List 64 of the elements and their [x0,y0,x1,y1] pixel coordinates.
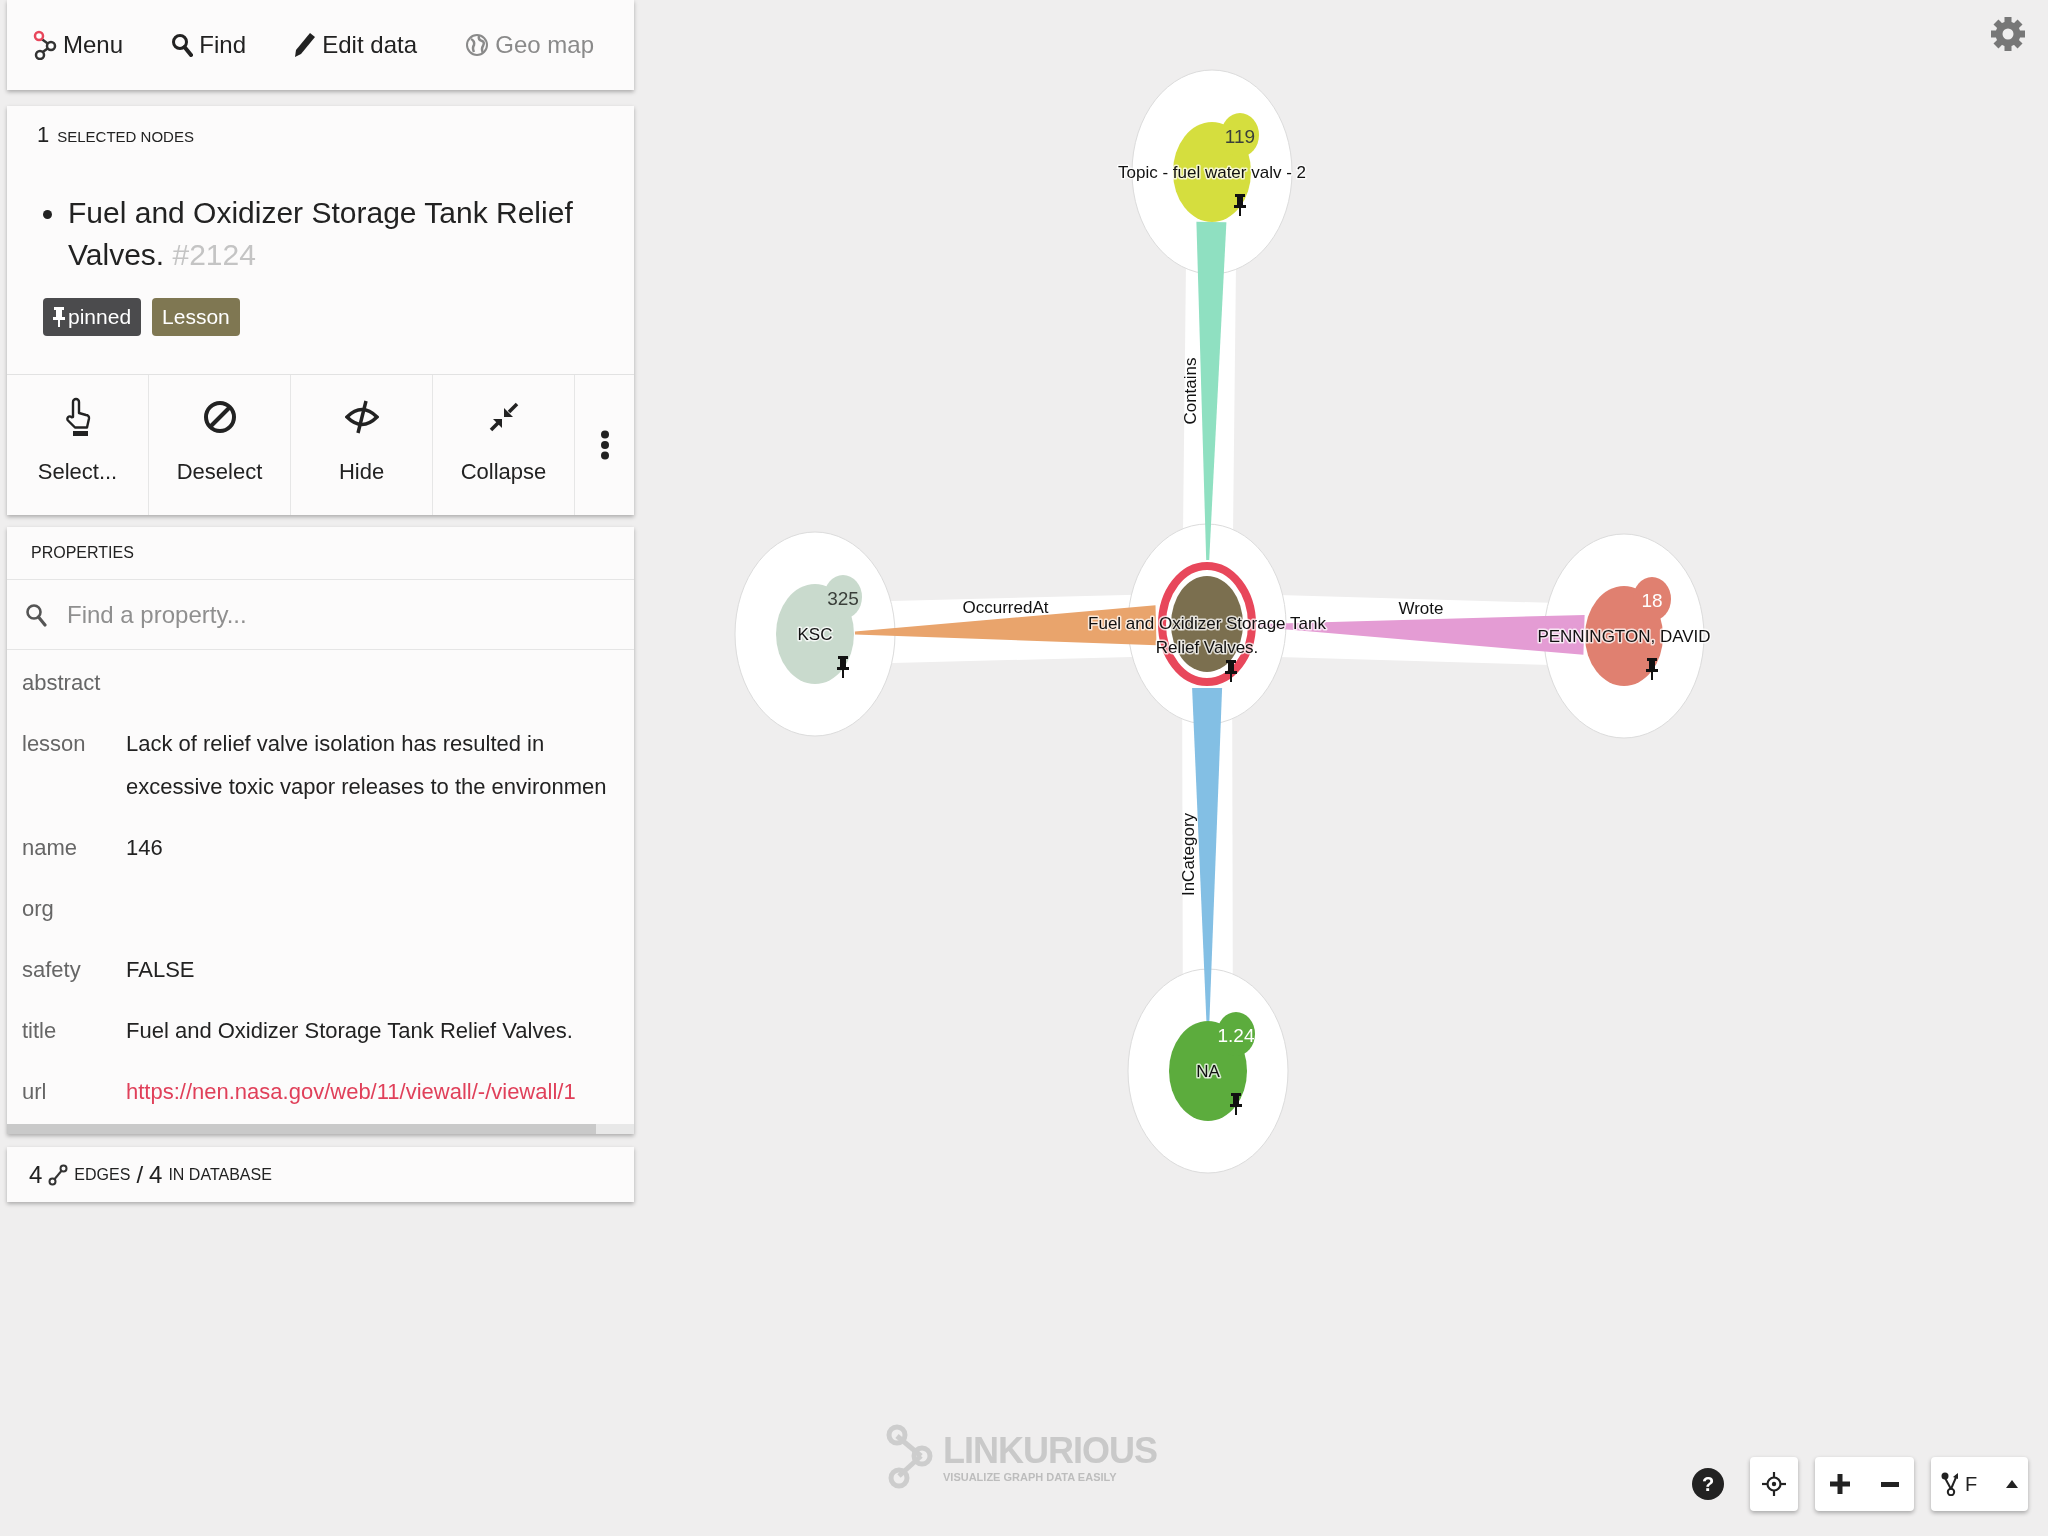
pin-icon [53,307,65,327]
minus-icon [1880,1481,1899,1487]
caret-up-icon [2006,1480,2018,1488]
edge-label: Wrote [1398,598,1444,618]
node-count: 119 [1224,125,1256,147]
properties-title: PROPERTIES [31,544,134,562]
horizontal-scrollbar[interactable] [7,1124,634,1134]
plus-icon [1830,1474,1851,1494]
node-label: Topic - fuel water valv - 2 [1118,163,1306,182]
action-button[interactable]: Deselect [149,375,291,515]
property-value: Fuel and Oxidizer Storage Tank Relief Valves. [126,1017,574,1045]
tag-label: pinned [68,305,132,329]
property-key: org [22,887,126,930]
separator: / [136,1160,144,1189]
property-key: lesson [22,722,126,808]
node-count: 325 [827,587,859,609]
layout-button[interactable]: F [1931,1457,2028,1511]
node-title: Fuel and Oxidizer Storage Tank Relief Valves. #2124 [68,195,574,273]
edge-label: Contains [1181,357,1201,425]
action-button[interactable]: Select... [7,375,149,515]
property-link[interactable]: https://nen.nasa.gov/web/11/viewall/-/viewall/1 [126,1070,630,1113]
node-count: 18 [1641,589,1663,611]
search-icon [171,33,194,57]
globe-icon [465,33,490,57]
node-circle[interactable] [776,575,862,684]
edge-icon [48,1163,69,1186]
selected-label: SELECTED NODES [57,128,194,145]
toolbar-button[interactable]: Edit data [288,27,423,63]
graph-logo-icon [33,30,57,60]
node-circle[interactable] [1169,1012,1255,1121]
toolbar-button[interactable]: Menu [27,26,130,64]
toolbar-button[interactable]: Find [165,27,252,63]
help-button[interactable]: ? [1692,1468,1724,1500]
gear-icon [1990,16,2026,52]
action-button[interactable]: Hide [291,375,433,515]
node-label: KSC [797,625,833,644]
property-key: name [22,826,126,869]
node-count: 1.24 [1217,1024,1255,1046]
locate-button[interactable] [1750,1457,1798,1511]
bullet-icon [43,210,52,219]
property-value: FALSE [126,956,196,984]
database-count: 4 [149,1160,163,1189]
database-label: IN DATABASE [168,1165,272,1184]
edge-label: OccurredAt [962,597,1049,617]
crosshair-icon [1762,1472,1786,1496]
action-button[interactable]: Collapse [433,375,575,515]
search-icon [25,602,47,627]
pencil-icon [294,32,317,58]
property-value: Lack of relief valve isolation has resulted in excessive toxic vapor releases to the environmen [126,730,608,801]
pointing-hand-icon [63,397,92,437]
selected-count: 1 [37,122,50,148]
logo-icon [885,1424,935,1490]
property-key: safety [22,948,126,991]
more-icon [599,430,610,460]
node-label: NA [1196,1062,1220,1081]
tag-label: Lesson [162,305,230,329]
property-value: 146 [126,834,164,862]
branch-icon [1941,1472,1959,1496]
property-search-field[interactable]: Find a property... [67,594,587,635]
property-key: title [22,1009,126,1052]
edges-label: EDGES [74,1165,131,1184]
edge-label: InCategory [1179,812,1198,897]
edge-count: 4 [29,1160,43,1189]
property-key: url [22,1070,126,1113]
